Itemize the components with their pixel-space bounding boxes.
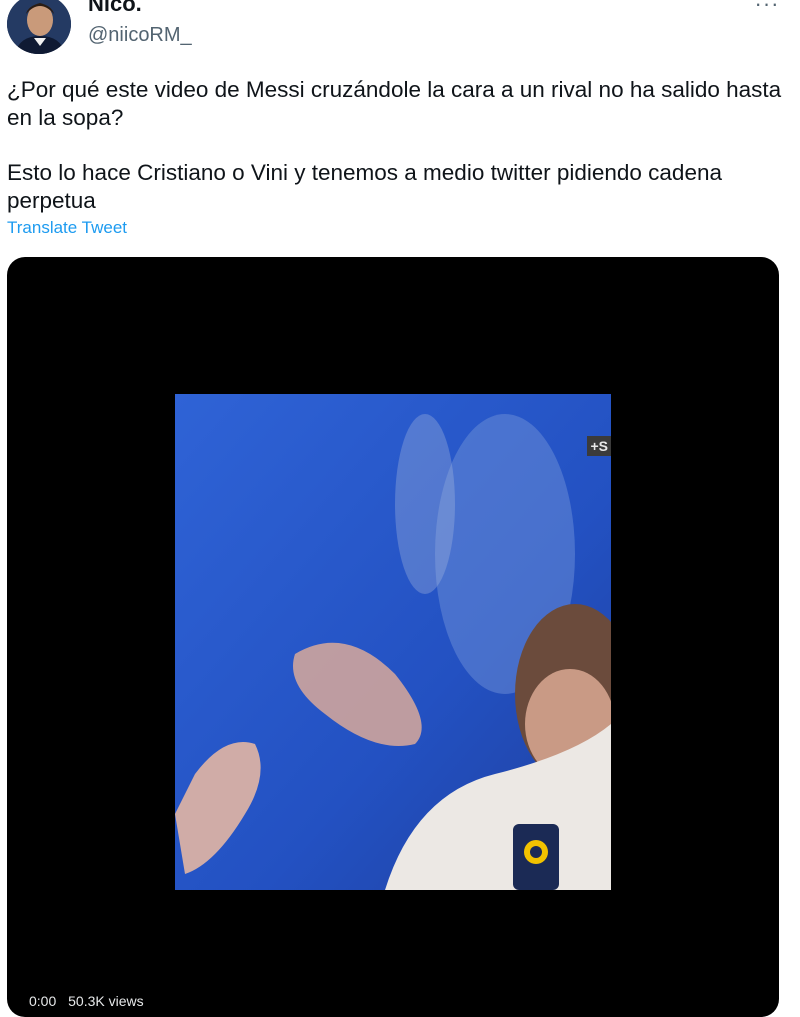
author-display-name[interactable]: Nico.: [88, 0, 142, 17]
video-view-count: 50.3K views: [68, 993, 144, 1009]
author-handle[interactable]: @niicoRM_: [88, 22, 192, 48]
video-frame[interactable]: +S: [175, 394, 611, 890]
tweet-paragraph-1: ¿Por qué este video de Messi cruzándole …: [7, 77, 782, 130]
tweet-text: ¿Por qué este video de Messi cruzándole …: [7, 76, 787, 215]
tweet-paragraph-2: Esto lo hace Cristiano o Vini y tenemos …: [7, 160, 722, 213]
video-meta: 0:00 50.3K views: [29, 993, 144, 1009]
video-timestamp: 0:00: [29, 993, 57, 1009]
profile-photo-icon: [7, 0, 71, 54]
video-player[interactable]: +S 0:00 50.3K views: [7, 257, 779, 1017]
more-options-button[interactable]: ···: [752, 0, 782, 16]
channel-watermark: +S: [587, 436, 611, 456]
author-avatar[interactable]: [7, 0, 71, 54]
translate-tweet-link[interactable]: Translate Tweet: [7, 216, 127, 240]
video-still: [175, 394, 611, 890]
more-options-icon: ···: [754, 0, 780, 16]
